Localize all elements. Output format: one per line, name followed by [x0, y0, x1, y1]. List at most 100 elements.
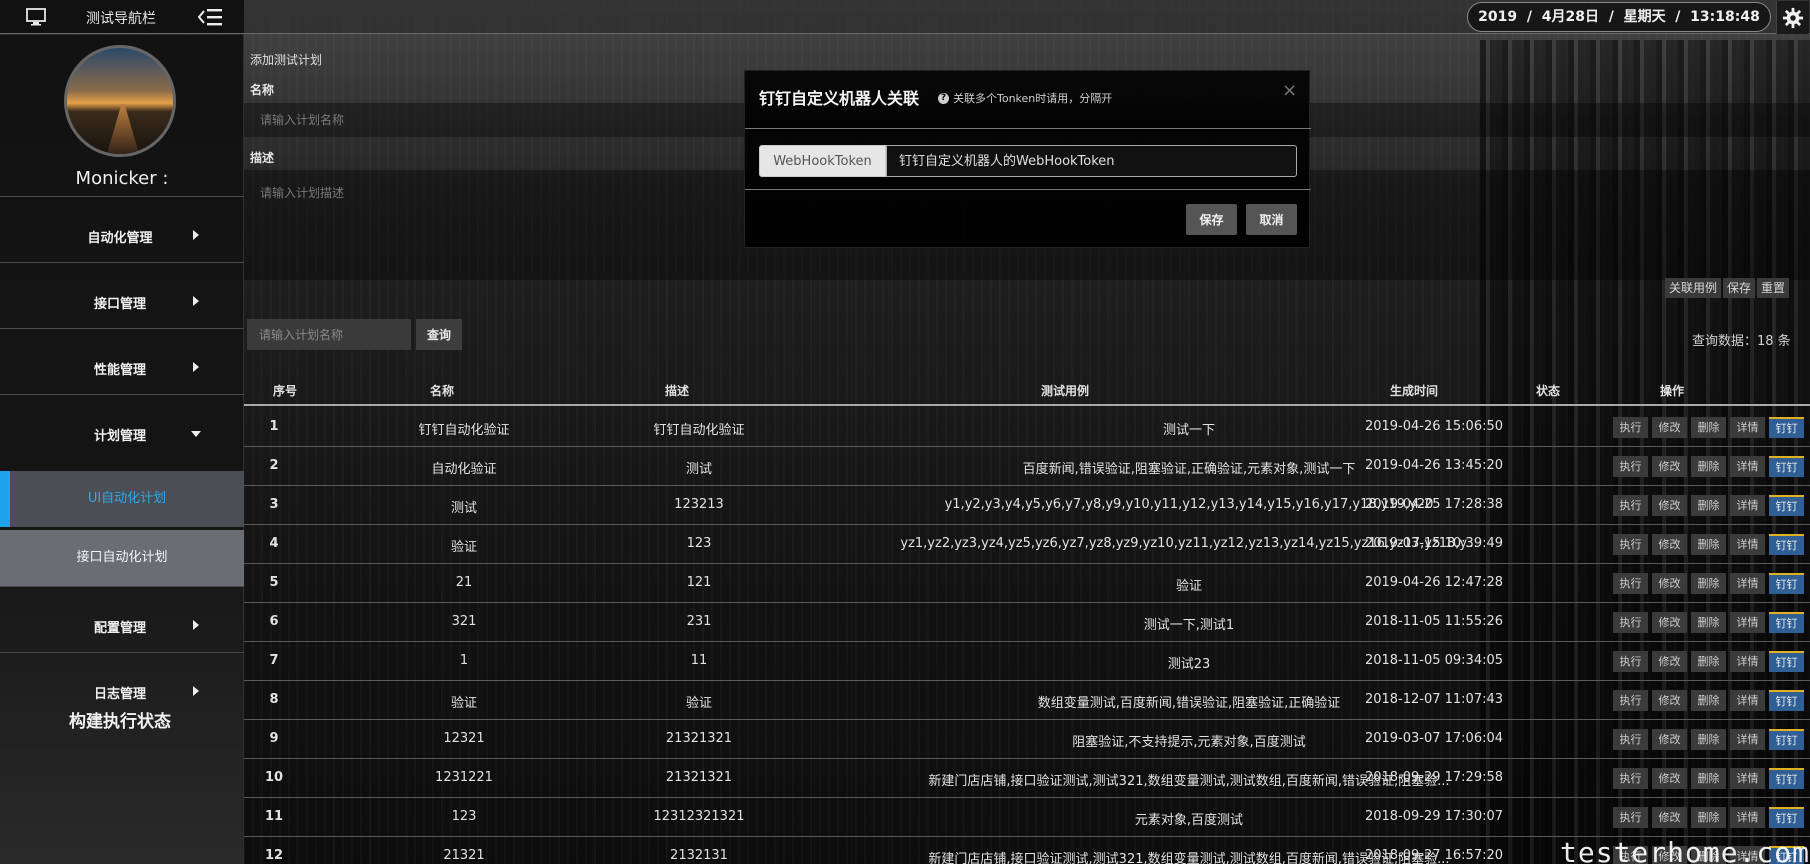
run-button[interactable]: 执行	[1613, 495, 1648, 516]
edit-button[interactable]: 修改	[1652, 612, 1687, 633]
run-button[interactable]: 执行	[1613, 807, 1648, 828]
row-actions: 执行 修改 删除 详情 钉钉	[1613, 495, 1804, 516]
cell-name: 123	[451, 809, 477, 824]
dingtalk-button[interactable]: 钉钉	[1769, 495, 1804, 516]
sidebar-item-plan[interactable]: 计划管理	[0, 394, 244, 446]
form-save-button[interactable]: 保存	[1723, 278, 1756, 298]
run-button[interactable]: 执行	[1613, 768, 1648, 789]
link-cases-button[interactable]: 关联用例	[1665, 278, 1722, 298]
detail-button[interactable]: 详情	[1730, 456, 1765, 477]
modal-save-button[interactable]: 保存	[1186, 204, 1237, 235]
sidebar-subitem-api-plan[interactable]: 接口自动化计划	[0, 530, 244, 586]
search-input[interactable]	[247, 319, 411, 350]
header-ops: 操作	[1660, 384, 1685, 398]
detail-button[interactable]: 详情	[1730, 690, 1765, 711]
sidebar-item-performance[interactable]: 性能管理	[0, 328, 244, 380]
edit-button[interactable]: 修改	[1652, 534, 1687, 555]
delete-button[interactable]: 删除	[1691, 690, 1726, 711]
delete-button[interactable]: 删除	[1691, 417, 1726, 438]
cell-desc: 123213	[674, 497, 724, 512]
row-actions: 执行 修改 删除 详情 钉钉	[1613, 417, 1804, 438]
delete-button[interactable]: 删除	[1691, 456, 1726, 477]
edit-button[interactable]: 修改	[1652, 690, 1687, 711]
delete-button[interactable]: 删除	[1691, 651, 1726, 672]
edit-button[interactable]: 修改	[1652, 651, 1687, 672]
close-icon[interactable]: ×	[1282, 80, 1297, 101]
modal-divider	[745, 189, 1311, 190]
sidebar-item-automation[interactable]: 自动化管理	[0, 196, 244, 248]
table-row: 10 1231221 21321321 新建门店店铺,接口验证测试,测试321,数组变…	[244, 759, 1810, 798]
delete-button[interactable]: 删除	[1691, 612, 1726, 633]
dingtalk-button[interactable]: 钉钉	[1769, 729, 1804, 750]
watermark: testerhome.com	[1560, 836, 1810, 864]
cell-no: 6	[269, 614, 279, 629]
modal-title: 钉钉自定义机器人关联	[759, 89, 920, 108]
table-row: 1 钉钉自动化验证 钉钉自动化验证 测试一下 2019-04-26 15:06:50 执行…	[244, 408, 1810, 447]
detail-button[interactable]: 详情	[1730, 807, 1765, 828]
webhook-token-input[interactable]	[886, 145, 1297, 177]
dingtalk-button[interactable]: 钉钉	[1769, 768, 1804, 789]
gear-icon	[1782, 7, 1804, 28]
edit-button[interactable]: 修改	[1652, 807, 1687, 828]
run-button[interactable]: 执行	[1613, 456, 1648, 477]
run-button[interactable]: 执行	[1613, 651, 1648, 672]
run-button[interactable]: 执行	[1613, 534, 1648, 555]
cell-time: 2018-12-07 11:07:43	[1364, 692, 1504, 707]
edit-button[interactable]: 修改	[1652, 417, 1687, 438]
delete-button[interactable]: 删除	[1691, 768, 1726, 789]
delete-button[interactable]: 删除	[1691, 534, 1726, 555]
form-reset-button[interactable]: 重置	[1757, 278, 1790, 298]
row-actions: 执行 修改 删除 详情 钉钉	[1613, 573, 1804, 594]
run-button[interactable]: 执行	[1613, 690, 1648, 711]
menu-collapse-icon[interactable]	[197, 6, 223, 28]
search-button[interactable]: 查询	[416, 319, 462, 350]
delete-button[interactable]: 删除	[1691, 807, 1726, 828]
monitor-icon[interactable]	[26, 8, 46, 26]
detail-button[interactable]: 详情	[1730, 729, 1765, 750]
run-button[interactable]: 执行	[1613, 612, 1648, 633]
run-button[interactable]: 执行	[1613, 729, 1648, 750]
dingtalk-button[interactable]: 钉钉	[1769, 651, 1804, 672]
detail-button[interactable]: 详情	[1730, 612, 1765, 633]
detail-button[interactable]: 详情	[1730, 768, 1765, 789]
chevron-right-icon	[193, 296, 199, 306]
dingtalk-button[interactable]: 钉钉	[1769, 417, 1804, 438]
delete-button[interactable]: 删除	[1691, 729, 1726, 750]
detail-button[interactable]: 详情	[1730, 534, 1765, 555]
delete-button[interactable]: 删除	[1691, 573, 1726, 594]
row-actions: 执行 修改 删除 详情 钉钉	[1613, 807, 1804, 828]
cell-no: 10	[264, 770, 284, 785]
sidebar-subitem-ui-plan[interactable]: UI自动化计划	[0, 471, 244, 527]
cell-no: 12	[264, 848, 284, 863]
dingtalk-button[interactable]: 钉钉	[1769, 534, 1804, 555]
sidebar-item-config[interactable]: 配置管理	[0, 586, 244, 638]
dingtalk-button[interactable]: 钉钉	[1769, 573, 1804, 594]
settings-button[interactable]	[1776, 1, 1809, 34]
cell-desc: 21321321	[665, 770, 733, 785]
cell-desc: 验证	[685, 696, 712, 711]
avatar[interactable]	[64, 45, 176, 157]
cell-desc: 12312321321	[653, 809, 745, 824]
dingtalk-button[interactable]: 钉钉	[1769, 612, 1804, 633]
edit-button[interactable]: 修改	[1652, 495, 1687, 516]
dingtalk-button[interactable]: 钉钉	[1769, 456, 1804, 477]
detail-button[interactable]: 详情	[1730, 651, 1765, 672]
detail-button[interactable]: 详情	[1730, 495, 1765, 516]
modal-cancel-button[interactable]: 取消	[1246, 204, 1297, 235]
edit-button[interactable]: 修改	[1652, 729, 1687, 750]
run-button[interactable]: 执行	[1613, 417, 1648, 438]
cell-time: 2019-04-26 15:06:50	[1364, 419, 1504, 434]
sidebar-item-label: 配置管理	[93, 621, 146, 636]
edit-button[interactable]: 修改	[1652, 456, 1687, 477]
edit-button[interactable]: 修改	[1652, 768, 1687, 789]
detail-button[interactable]: 详情	[1730, 417, 1765, 438]
dingtalk-button[interactable]: 钉钉	[1769, 690, 1804, 711]
run-button[interactable]: 执行	[1613, 573, 1648, 594]
delete-button[interactable]: 删除	[1691, 495, 1726, 516]
edit-button[interactable]: 修改	[1652, 573, 1687, 594]
cell-no: 9	[269, 731, 279, 746]
sidebar-item-api[interactable]: 接口管理	[0, 262, 244, 314]
detail-button[interactable]: 详情	[1730, 573, 1765, 594]
sidebar-item-log[interactable]: 日志管理	[0, 652, 244, 704]
dingtalk-button[interactable]: 钉钉	[1769, 807, 1804, 828]
